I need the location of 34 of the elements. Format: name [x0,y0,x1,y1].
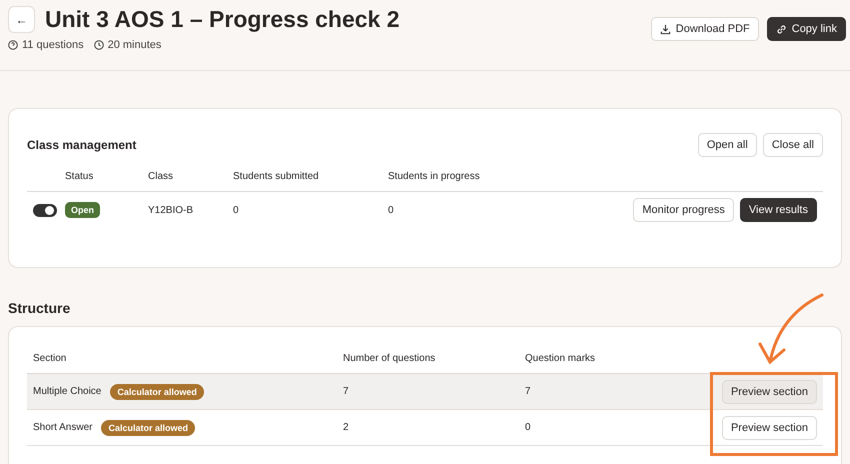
clock-icon [94,40,104,50]
monitor-progress-button[interactable]: Monitor progress [633,198,734,222]
download-button[interactable]: Download PDF [650,17,759,41]
back-button[interactable]: ← [8,6,35,33]
toolbar-button[interactable]: Close all [762,133,823,157]
column-header: Class [148,157,233,192]
table-cell-text: 0 [233,204,240,218]
toggle-switch[interactable] [33,204,57,216]
view-results-button[interactable]: View results [740,198,817,222]
calculator-tag: Calculator allowed [110,384,204,400]
calculator-tag: Calculator allowed [101,420,196,436]
preview-section-button[interactable]: Preview section [722,380,817,404]
meta-text: 11 questions [22,39,84,51]
preview-section-button[interactable]: Preview section [722,416,817,440]
table-cell-text: Y12BIO-B [148,204,194,218]
status-badge: Open [65,202,100,218]
section-name: Short Answer [33,422,92,433]
page-title: Unit 3 AOS 1 – Progress check 2 [45,6,400,33]
copy-link-button[interactable]: Copy link [766,17,846,41]
card-title: Class management [27,138,136,152]
link-icon [776,24,787,34]
annotation-arrow [758,294,824,364]
column-header: Students in progress [388,157,628,192]
section-name: Multiple Choice [33,386,102,397]
meta-text: 20 minutes [108,39,162,51]
table-cell-text: 0 [388,204,395,218]
toolbar-button[interactable]: Open all [698,133,757,157]
table-cell: 7 [337,374,519,410]
download-icon [660,24,671,34]
question-icon [8,40,18,50]
section-title: Structure [8,300,72,316]
table-cell: 7 [519,374,716,410]
column-header: Status [65,157,148,192]
column-header: Students submitted [233,157,388,192]
